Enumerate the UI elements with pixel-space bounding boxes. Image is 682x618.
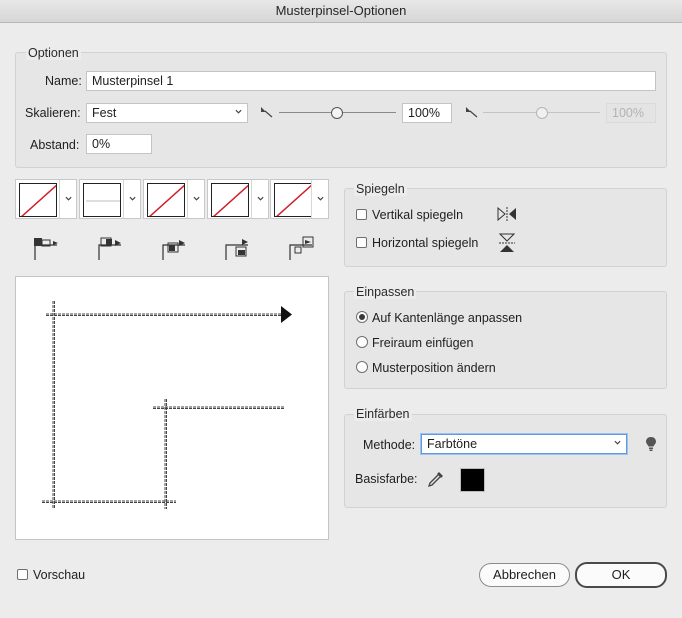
chevron-down-icon (193, 196, 200, 201)
inner-corner-tile-icon (162, 240, 185, 260)
end-tile-selector[interactable] (270, 179, 329, 219)
horizontal-spiegeln-checkbox[interactable] (356, 237, 367, 248)
none-swatch-icon (149, 184, 184, 216)
einfaerben-group (344, 414, 667, 508)
end-tile-icon (289, 236, 314, 260)
outer-corner-tile-swatch (83, 183, 121, 217)
chevron-down-icon (65, 196, 72, 201)
end-tile-swatch (274, 183, 312, 217)
cancel-button[interactable]: Abbrechen (479, 563, 570, 587)
abstand-field[interactable]: 0% (86, 134, 152, 154)
pattern-preview (15, 276, 329, 540)
spiegeln-legend: Spiegeln (354, 182, 407, 196)
chevron-down-icon (235, 109, 242, 114)
start-tile-selector[interactable] (207, 179, 269, 219)
pressure-icon-secondary (466, 107, 478, 118)
window-title: Musterpinsel-Optionen (0, 0, 682, 23)
end-tile-dropdown[interactable] (311, 180, 328, 218)
abstand-label: Abstand: (30, 138, 80, 152)
scale-percent-field-disabled: 100% (606, 103, 656, 123)
ok-button[interactable]: OK (575, 562, 667, 588)
chevron-down-icon (317, 196, 324, 201)
vorschau-label[interactable]: Vorschau (33, 568, 85, 582)
methode-value: Farbtöne (427, 437, 478, 451)
skalieren-value: Fest (92, 106, 117, 120)
chevron-down-icon (129, 196, 136, 201)
spiegeln-group (344, 188, 667, 267)
eyedropper-icon[interactable] (427, 470, 445, 488)
scale-percent-field[interactable]: 100% (402, 103, 452, 123)
inner-corner-tile-selector[interactable] (143, 179, 205, 219)
start-tile-swatch (211, 183, 249, 217)
name-label: Name: (45, 74, 82, 88)
outer-corner-tile-dropdown[interactable] (123, 180, 140, 218)
einpassen-legend: Einpassen (354, 285, 417, 299)
scale-slider-thumb-disabled (536, 107, 548, 119)
einfaerben-legend: Einfärben (354, 407, 412, 421)
vorschau-checkbox[interactable] (17, 569, 28, 580)
start-tile-dropdown[interactable] (251, 180, 268, 218)
einpassen-option-2-radio[interactable] (356, 361, 368, 373)
scale-slider-thumb[interactable] (331, 107, 343, 119)
skalieren-select[interactable]: Fest (86, 103, 248, 123)
einpassen-option-0-radio[interactable] (356, 311, 368, 323)
none-swatch-icon (213, 184, 248, 216)
none-swatch-icon (276, 184, 311, 216)
preview-path-drawing (42, 301, 292, 509)
einpassen-option-0-label[interactable]: Auf Kantenlänge anpassen (372, 311, 522, 325)
einpassen-option-1-label[interactable]: Freiraum einfügen (372, 336, 473, 350)
methode-label: Methode: (363, 438, 416, 452)
outer-corner-tile-icon (98, 237, 121, 260)
side-tile-selector[interactable] (15, 179, 77, 219)
chevron-down-icon (614, 440, 621, 445)
methode-select[interactable]: Farbtöne (421, 434, 627, 454)
vertikal-spiegeln-checkbox[interactable] (356, 209, 367, 220)
none-swatch-icon (21, 184, 56, 216)
outer-corner-tile-selector[interactable] (79, 179, 141, 219)
name-field[interactable]: Musterpinsel 1 (86, 71, 656, 91)
side-tile-swatch (19, 183, 57, 217)
basisfarbe-swatch[interactable] (460, 468, 485, 492)
einpassen-option-2-label[interactable]: Musterposition ändern (372, 361, 496, 375)
side-tile-icon (34, 238, 58, 260)
skalieren-label: Skalieren: (25, 106, 81, 120)
basisfarbe-label: Basisfarbe: (355, 472, 418, 486)
line-swatch-icon (86, 200, 120, 202)
flip-vertical-icon (497, 207, 516, 221)
horizontal-spiegeln-label[interactable]: Horizontal spiegeln (372, 236, 478, 250)
start-tile-icon (225, 239, 248, 260)
flip-horizontal-icon (499, 233, 515, 252)
inner-corner-tile-dropdown[interactable] (187, 180, 204, 218)
optionen-legend: Optionen (26, 46, 81, 60)
pressure-icon (261, 107, 273, 118)
einpassen-option-1-radio[interactable] (356, 336, 368, 348)
chevron-down-icon (257, 196, 264, 201)
side-tile-dropdown[interactable] (59, 180, 76, 218)
vertikal-spiegeln-label[interactable]: Vertikal spiegeln (372, 208, 463, 222)
inner-corner-tile-swatch (147, 183, 185, 217)
lightbulb-icon[interactable] (645, 436, 657, 452)
